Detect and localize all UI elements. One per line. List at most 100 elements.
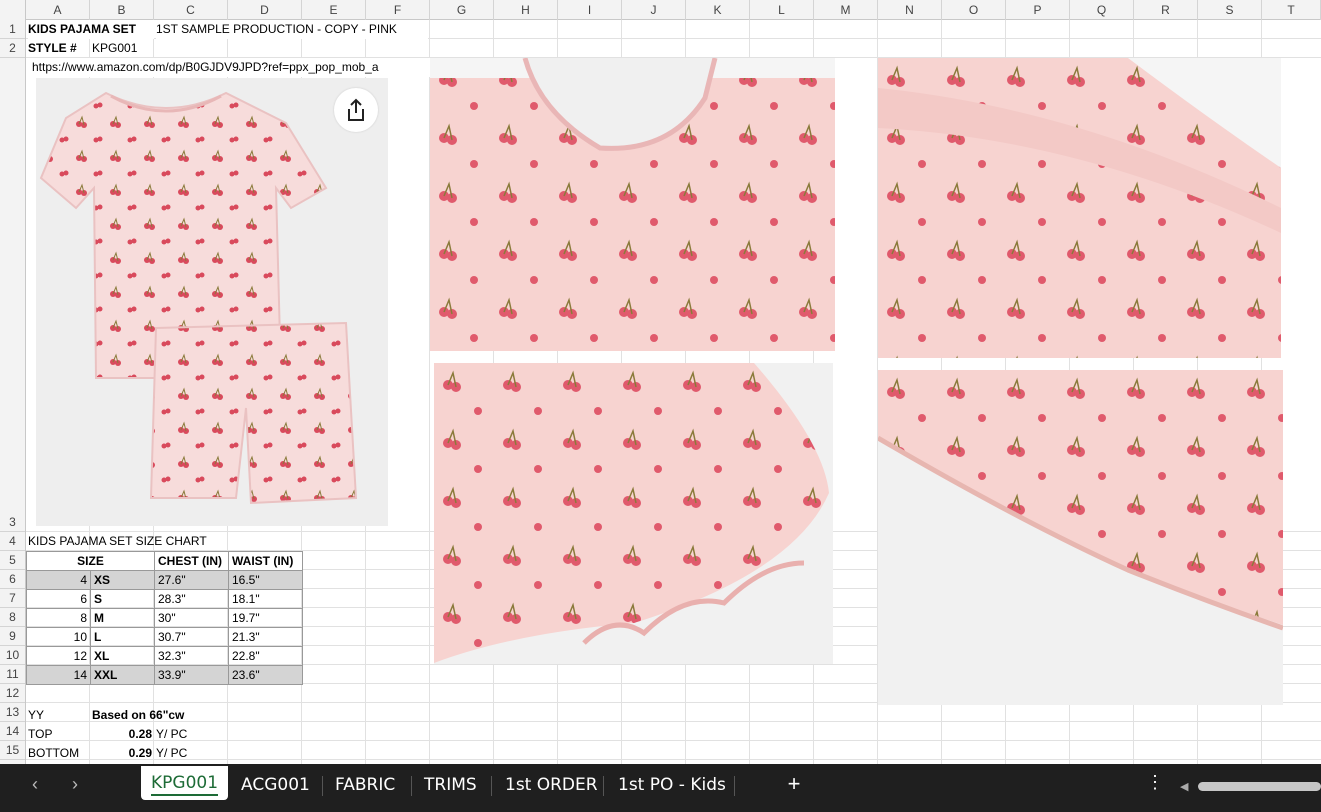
chevron-left-icon: ‹ — [32, 774, 38, 794]
chest-value[interactable]: 27.6" — [154, 570, 229, 590]
cell-a15[interactable]: BOTTOM — [28, 744, 88, 763]
column-header-l[interactable]: L — [750, 0, 814, 20]
prev-sheet-button[interactable]: ‹ — [22, 774, 48, 795]
tab-kpg001[interactable]: KPG001 — [141, 766, 229, 800]
sleeve-detail-image[interactable] — [434, 363, 833, 664]
row-header[interactable]: 11 — [0, 665, 25, 684]
column-header-p[interactable]: P — [1006, 0, 1070, 20]
column-header-a[interactable]: A — [26, 0, 90, 20]
column-header-k[interactable]: K — [686, 0, 750, 20]
url-cell[interactable]: https://www.amazon.com/dp/B0GJDV9JPD?ref… — [32, 58, 430, 77]
row-header[interactable]: 3 — [0, 58, 25, 532]
row-header-bar: 1 2 3 4 5 6 7 8 9 10 11 12 13 14 15 — [0, 20, 26, 764]
tab-acg001[interactable]: ACG001 — [231, 770, 320, 800]
cell-b14[interactable]: 0.28 — [90, 725, 152, 744]
cell-c15[interactable]: Y/ PC — [156, 744, 226, 763]
row-header[interactable]: 6 — [0, 570, 25, 589]
cell-a14[interactable]: TOP — [28, 725, 88, 744]
size-number[interactable]: 14 — [26, 665, 91, 685]
waist-value[interactable]: 19.7" — [228, 608, 303, 628]
size-label[interactable]: XL — [90, 646, 155, 666]
column-header-i[interactable]: I — [558, 0, 622, 20]
row-header[interactable]: 15 — [0, 741, 25, 760]
waist-value[interactable]: 18.1" — [228, 589, 303, 609]
row-header[interactable]: 5 — [0, 551, 25, 570]
column-header-r[interactable]: R — [1134, 0, 1198, 20]
size-number[interactable]: 4 — [26, 570, 91, 590]
cell-a13[interactable]: YY — [28, 706, 88, 725]
column-header-h[interactable]: H — [494, 0, 558, 20]
cell-a1[interactable]: KIDS PAJAMA SET — [28, 20, 154, 39]
size-label[interactable]: S — [90, 589, 155, 609]
column-header-f[interactable]: F — [366, 0, 430, 20]
waist-value[interactable]: 22.8" — [228, 646, 303, 666]
column-header-n[interactable]: N — [878, 0, 942, 20]
size-row: 4 XS 27.6" 16.5" — [26, 570, 303, 590]
cell-c14[interactable]: Y/ PC — [156, 725, 226, 744]
more-options-button[interactable]: ⋮ — [1146, 772, 1164, 793]
cell-c1[interactable]: 1ST SAMPLE PRODUCTION - COPY - PINK — [156, 20, 428, 39]
cell-a4[interactable]: KIDS PAJAMA SET SIZE CHART — [28, 532, 278, 551]
size-header[interactable]: SIZE — [26, 551, 155, 571]
waist-value[interactable]: 16.5" — [228, 570, 303, 590]
row-header[interactable]: 7 — [0, 589, 25, 608]
column-header-e[interactable]: E — [302, 0, 366, 20]
row-header[interactable]: 10 — [0, 646, 25, 665]
cell-b2[interactable]: KPG001 — [92, 39, 152, 58]
size-number[interactable]: 10 — [26, 627, 91, 647]
cell-b13[interactable]: Based on 66"cw — [92, 706, 222, 725]
scroll-left-icon[interactable]: ◀ — [1180, 780, 1188, 793]
row-header[interactable]: 1 — [0, 20, 25, 39]
column-header-o[interactable]: O — [942, 0, 1006, 20]
select-all-corner[interactable] — [0, 0, 26, 20]
chest-value[interactable]: 33.9" — [154, 665, 229, 685]
chest-value[interactable]: 30.7" — [154, 627, 229, 647]
product-main-image[interactable] — [36, 78, 388, 526]
row-header[interactable]: 14 — [0, 722, 25, 741]
column-header-s[interactable]: S — [1198, 0, 1262, 20]
tab-1st-po-kids[interactable]: 1st PO - Kids — [608, 770, 736, 800]
size-label[interactable]: M — [90, 608, 155, 628]
chest-value[interactable]: 32.3" — [154, 646, 229, 666]
size-number[interactable]: 6 — [26, 589, 91, 609]
waist-header[interactable]: WAIST (IN) — [228, 551, 303, 571]
cell-b15[interactable]: 0.29 — [90, 744, 152, 763]
row-header[interactable]: 9 — [0, 627, 25, 646]
tab-fabric[interactable]: FABRIC — [325, 770, 405, 800]
size-label[interactable]: L — [90, 627, 155, 647]
column-header-d[interactable]: D — [228, 0, 302, 20]
waist-value[interactable]: 21.3" — [228, 627, 303, 647]
share-button[interactable] — [334, 88, 378, 132]
neckline-illustration — [430, 58, 835, 351]
cell-a2[interactable]: STYLE # — [28, 39, 88, 58]
hem-detail-image[interactable] — [878, 370, 1283, 705]
column-header-q[interactable]: Q — [1070, 0, 1134, 20]
tab-1st-order[interactable]: 1st ORDER — [495, 770, 608, 800]
add-sheet-button[interactable]: + — [780, 770, 808, 800]
neckline-detail-image[interactable] — [430, 58, 835, 351]
size-number[interactable]: 12 — [26, 646, 91, 666]
column-header-g[interactable]: G — [430, 0, 494, 20]
waistband-detail-image[interactable] — [878, 58, 1281, 358]
column-header-b[interactable]: B — [90, 0, 154, 20]
tab-trims[interactable]: TRIMS — [414, 770, 487, 800]
column-header-m[interactable]: M — [814, 0, 878, 20]
size-number[interactable]: 8 — [26, 608, 91, 628]
row-header[interactable]: 2 — [0, 39, 25, 58]
size-label[interactable]: XS — [90, 570, 155, 590]
scrollbar-thumb[interactable] — [1198, 782, 1321, 791]
row-header[interactable]: 4 — [0, 532, 25, 551]
chest-header[interactable]: CHEST (IN) — [154, 551, 229, 571]
row-header[interactable]: 12 — [0, 684, 25, 703]
column-header-c[interactable]: C — [154, 0, 228, 20]
chest-value[interactable]: 30" — [154, 608, 229, 628]
next-sheet-button[interactable]: › — [62, 774, 88, 795]
horizontal-scrollbar[interactable]: ◀ — [1176, 780, 1321, 793]
column-header-t[interactable]: T — [1262, 0, 1321, 20]
row-header[interactable]: 8 — [0, 608, 25, 627]
column-header-j[interactable]: J — [622, 0, 686, 20]
waist-value[interactable]: 23.6" — [228, 665, 303, 685]
size-label[interactable]: XXL — [90, 665, 155, 685]
chest-value[interactable]: 28.3" — [154, 589, 229, 609]
row-header[interactable]: 13 — [0, 703, 25, 722]
